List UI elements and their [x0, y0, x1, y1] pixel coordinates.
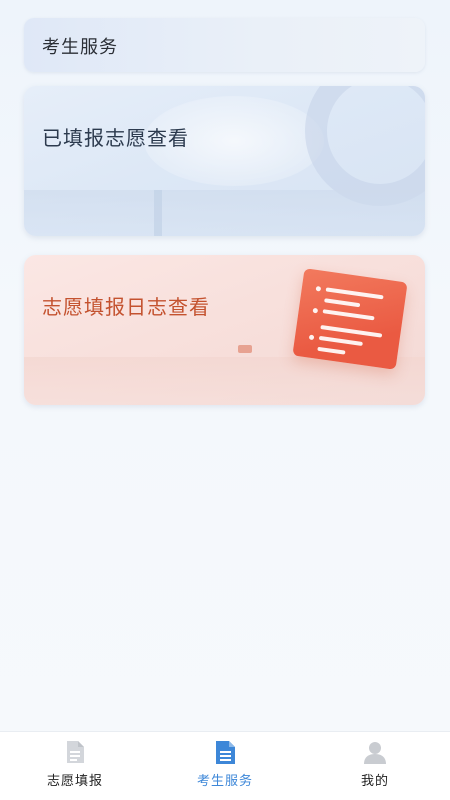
card-decoration — [154, 190, 162, 236]
log-document-icon — [292, 268, 408, 370]
tab-label: 我的 — [360, 774, 389, 789]
document-icon — [67, 741, 84, 763]
card-decoration — [238, 345, 252, 353]
tab-application[interactable]: 志愿填报 — [0, 732, 150, 800]
tab-mine[interactable]: 我的 — [300, 732, 450, 800]
page-header: 考生服务 — [24, 18, 425, 72]
submitted-choices-card[interactable]: 已填报志愿查看 — [24, 86, 425, 236]
page-title: 考生服务 — [42, 37, 118, 58]
user-icon — [364, 742, 386, 764]
card-title: 志愿填报日志查看 — [42, 295, 210, 319]
application-log-card[interactable]: 志愿填报日志查看 — [24, 255, 425, 405]
tab-label: 志愿填报 — [46, 774, 103, 789]
card-decoration — [24, 190, 425, 236]
card-decoration — [305, 86, 425, 206]
card-title: 已填报志愿查看 — [42, 126, 189, 150]
tab-label: 考生服务 — [196, 774, 253, 789]
document-list-icon — [216, 741, 235, 764]
app-screen: 考生服务 已填报志愿查看 志愿填报日志查看 志愿填报 考生服务 我的 — [0, 0, 450, 800]
bottom-tab-bar: 志愿填报 考生服务 我的 — [0, 731, 450, 800]
tab-student-service[interactable]: 考生服务 — [150, 732, 300, 800]
